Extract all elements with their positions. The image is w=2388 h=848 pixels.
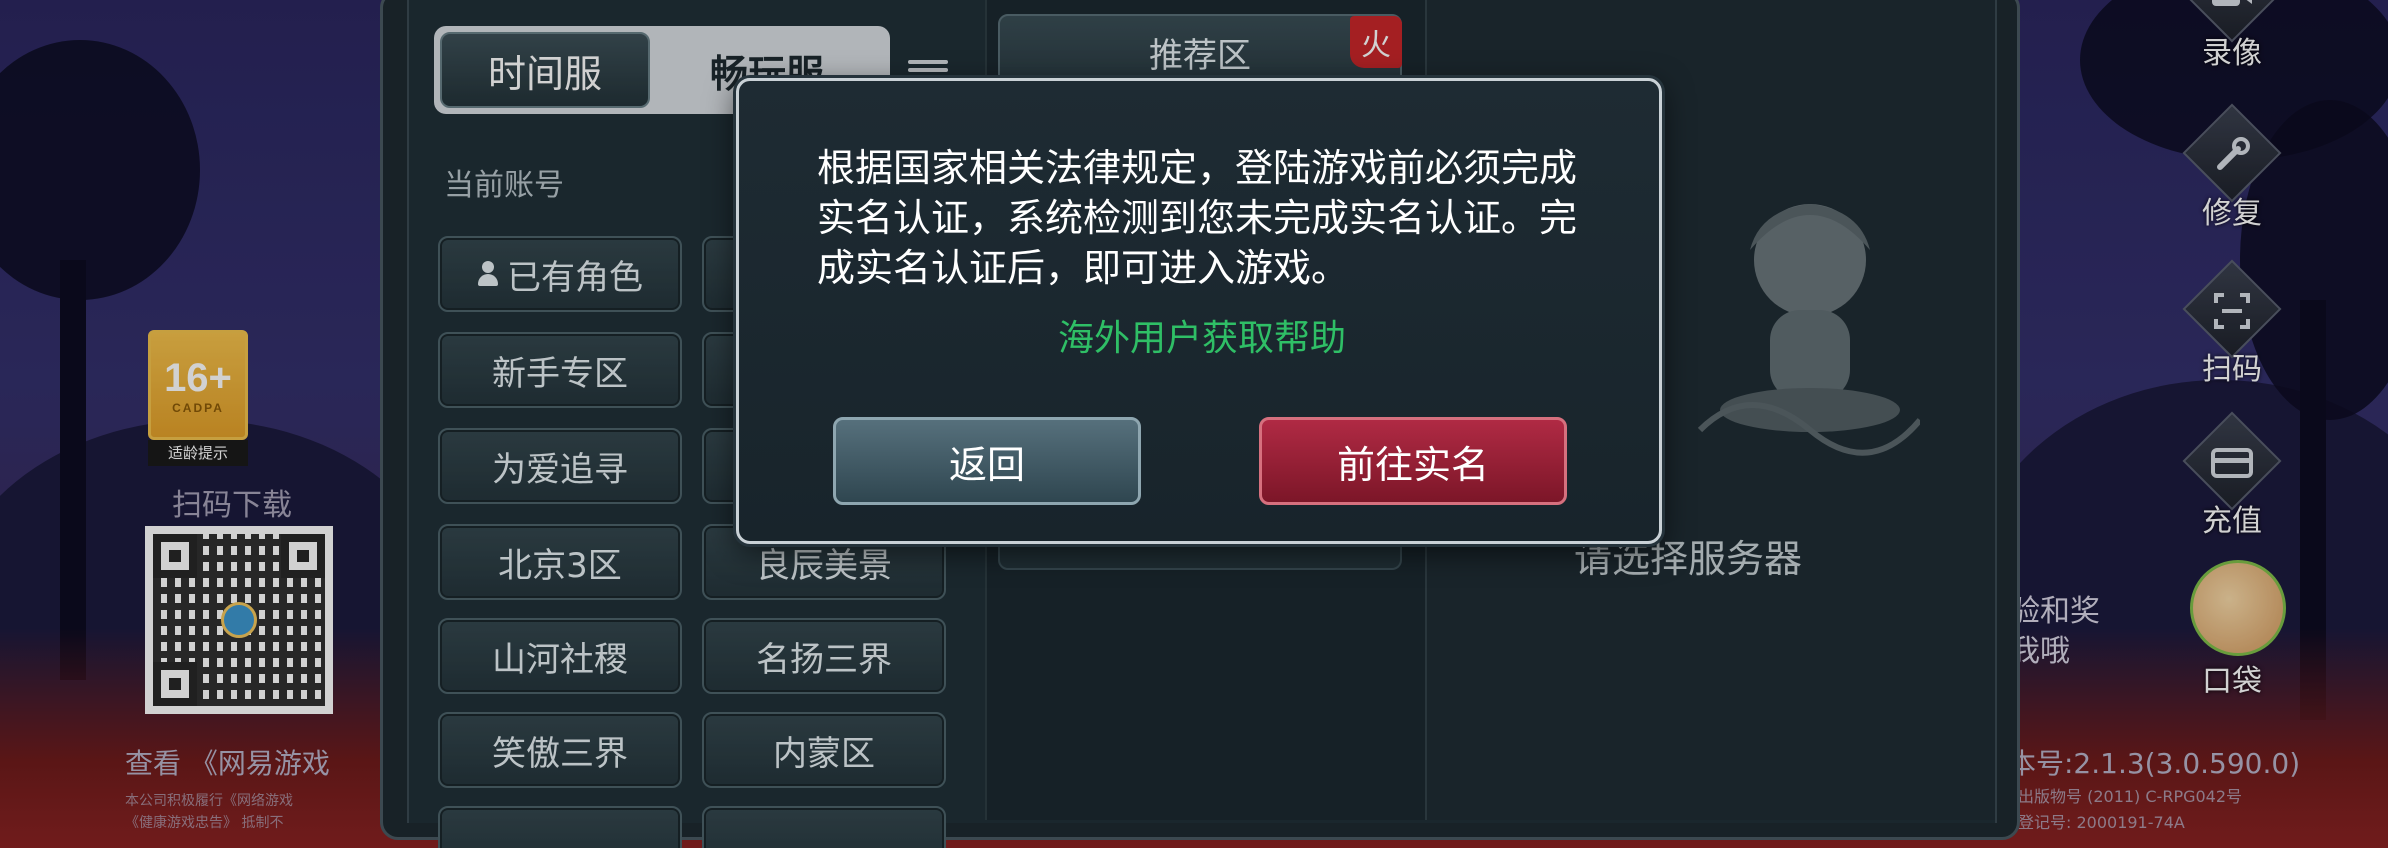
- back-button[interactable]: 返回: [833, 417, 1141, 505]
- overseas-help-link[interactable]: 海外用户获取帮助: [739, 309, 1665, 361]
- dialog-message: 根据国家相关法律规定，登陆游戏前必须完成实名认证，系统检测到您未完成实名认证。完…: [817, 146, 1578, 290]
- real-name-verification-dialog: 根据国家相关法律规定，登陆游戏前必须完成实名认证，系统检测到您未完成实名认证。完…: [736, 78, 1662, 544]
- go-verify-button[interactable]: 前往实名: [1259, 417, 1567, 505]
